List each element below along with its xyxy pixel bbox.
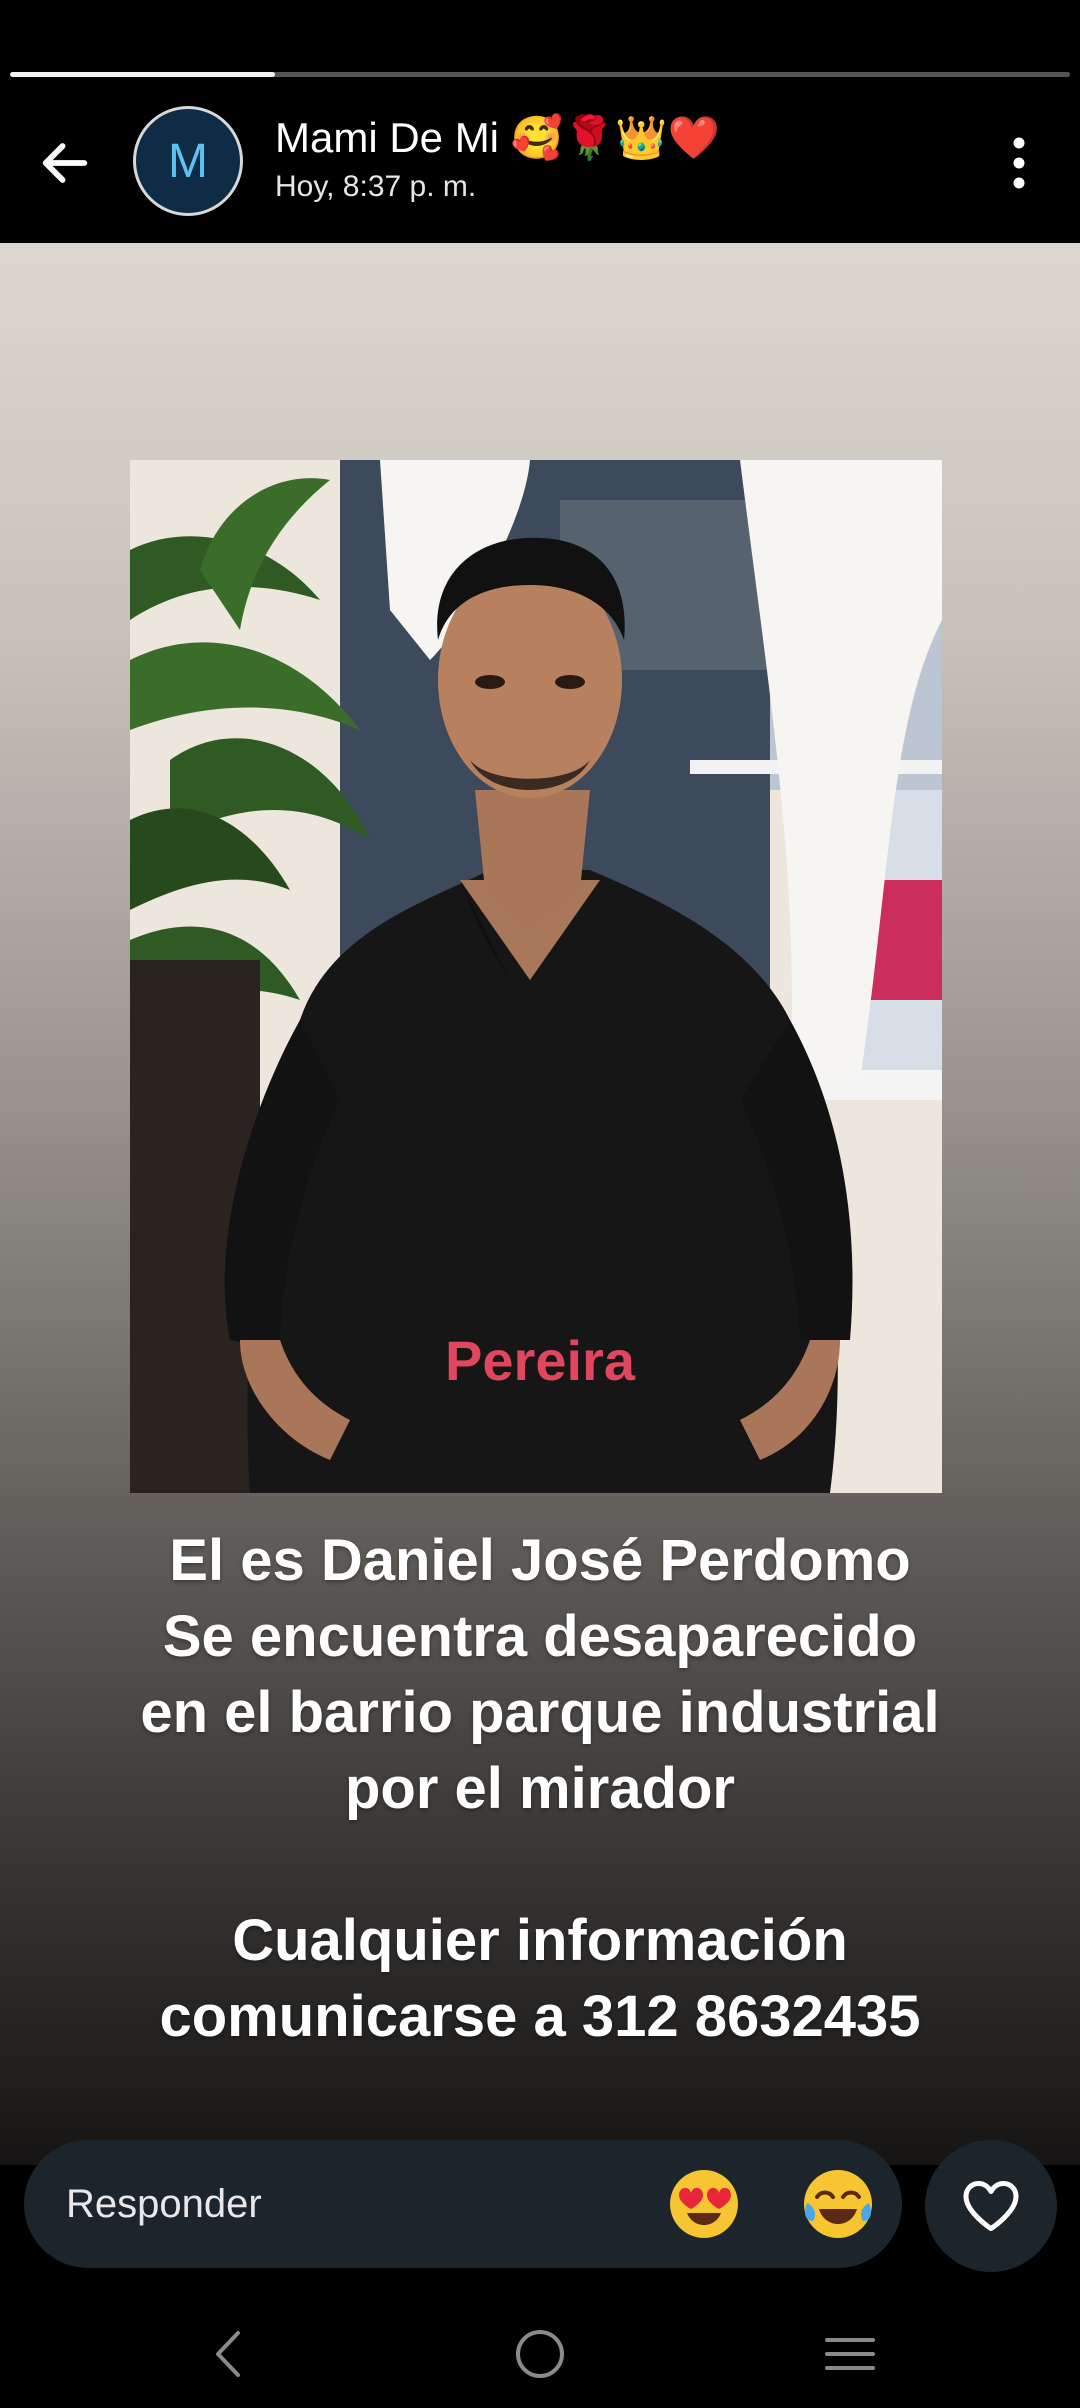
- story-timestamp: Hoy, 8:37 p. m.: [275, 170, 477, 203]
- nav-home-button[interactable]: [490, 2314, 590, 2394]
- story-photo: Pereira: [130, 460, 942, 1493]
- circle-home-icon: [516, 2330, 564, 2378]
- heart-eyes-emoji-icon: [670, 2170, 738, 2238]
- story-viewer-screen: M Mami De Mi 🥰🌹👑❤️ Hoy, 8:37 p. m. Perei…: [0, 0, 1080, 2408]
- reply-placeholder: Responder: [66, 2182, 262, 2226]
- reply-input[interactable]: Responder: [24, 2140, 902, 2268]
- sender-name: Mami De Mi 🥰🌹👑❤️: [275, 114, 720, 161]
- recents-lines-icon: [825, 2338, 875, 2370]
- caption-line: comunicarse a 312 8632435: [159, 1984, 921, 2049]
- system-navigation-bar: [0, 2300, 1080, 2408]
- caption-line: Se encuentra desaparecido: [162, 1604, 918, 1669]
- story-content[interactable]: Pereira El es Daniel José Perdomo Se enc…: [0, 243, 1080, 2165]
- caption-line: en el barrio parque industrial: [140, 1680, 940, 1745]
- avatar[interactable]: M: [133, 106, 243, 216]
- reaction-heart-eyes-button[interactable]: [664, 2164, 744, 2244]
- reaction-laugh-button[interactable]: [798, 2164, 878, 2244]
- story-progress-fill: [10, 72, 275, 77]
- more-options-button[interactable]: [984, 128, 1054, 198]
- caption-line: Cualquier información: [232, 1908, 848, 1973]
- caption-line: El es Daniel José Perdomo: [169, 1528, 911, 1593]
- photo-overlay-text: Pereira: [445, 1329, 636, 1392]
- nav-back-button[interactable]: [178, 2314, 278, 2394]
- avatar-initial: M: [168, 134, 208, 188]
- caption-line: por el mirador: [345, 1756, 735, 1821]
- like-button[interactable]: [925, 2140, 1057, 2272]
- nav-recents-button[interactable]: [800, 2314, 900, 2394]
- story-progress-bar: [10, 72, 1070, 77]
- story-caption: El es Daniel José Perdomo Se encuentra d…: [0, 1523, 1080, 2055]
- chevron-left-icon: [216, 2331, 240, 2377]
- heart-outline-icon: [963, 2181, 1019, 2231]
- sender-info[interactable]: Mami De Mi 🥰🌹👑❤️ Hoy, 8:37 p. m.: [275, 112, 720, 208]
- story-header: M Mami De Mi 🥰🌹👑❤️ Hoy, 8:37 p. m.: [0, 82, 1080, 242]
- more-vertical-icon: [1013, 137, 1025, 189]
- arrow-left-icon: [42, 143, 88, 183]
- back-button[interactable]: [30, 128, 100, 198]
- person-photo-illustration: Pereira: [130, 460, 942, 1493]
- tears-of-joy-emoji-icon: [804, 2170, 872, 2238]
